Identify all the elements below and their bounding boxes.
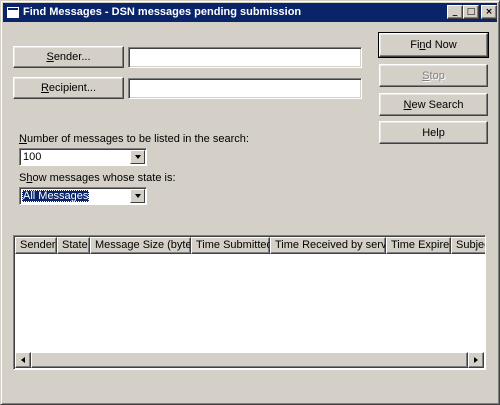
find-messages-dialog: Find Messages - DSN messages pending sub… [0, 0, 500, 405]
scroll-right-icon[interactable] [468, 352, 484, 368]
state-label-post: ow messages whose state is: [32, 172, 176, 184]
stop-label-post: top [429, 69, 445, 82]
minimize-button[interactable]: _ [447, 5, 463, 19]
new-search-button[interactable]: New Search [379, 93, 488, 116]
results-list[interactable]: Sender State Message Size (bytes) Time S… [13, 235, 486, 370]
message-state-value: All Messages [22, 190, 90, 202]
maximize-button[interactable]: □ [463, 5, 479, 19]
chevron-down-icon[interactable] [130, 150, 145, 164]
window-title: Find Messages - DSN messages pending sub… [23, 6, 302, 18]
sender-input[interactable] [128, 47, 362, 68]
recipient-button[interactable]: Recipient... [13, 77, 124, 99]
recipient-input[interactable] [128, 78, 362, 99]
window-icon [7, 7, 19, 18]
column-header-time-expires[interactable]: Time Expires [386, 237, 451, 254]
sender-label-key: S [46, 51, 54, 63]
stop-label-key: S [422, 69, 430, 82]
scroll-thumb[interactable] [31, 352, 468, 368]
message-count-select[interactable]: 100 [19, 148, 147, 166]
scroll-left-icon[interactable] [15, 352, 31, 368]
title-bar[interactable]: Find Messages - DSN messages pending sub… [3, 3, 497, 22]
find-now-button[interactable]: Fi n d Now [378, 32, 489, 58]
message-state-select[interactable]: All Messages [19, 187, 147, 205]
column-header-subject[interactable]: Subject [451, 237, 485, 254]
message-count-value: 100 [23, 151, 42, 163]
chevron-down-icon[interactable] [130, 189, 145, 203]
stop-button[interactable]: Stop [379, 64, 488, 87]
column-header-message-size[interactable]: Message Size (bytes) [90, 237, 191, 254]
horizontal-scrollbar[interactable] [15, 352, 484, 368]
column-header-time-submitted[interactable]: Time Submitted [191, 237, 270, 254]
find-now-label-post: d Now [425, 39, 457, 51]
sender-label-post: ender... [53, 51, 91, 63]
column-header-state[interactable]: State [57, 237, 90, 254]
sender-button[interactable]: Sender... [13, 46, 124, 68]
close-button[interactable]: × [481, 5, 497, 19]
count-label-key: N [19, 133, 27, 145]
recipient-label-key: R [40, 82, 49, 94]
help-button[interactable]: Help [379, 121, 488, 144]
count-label-post: umber of messages to be listed in the se… [26, 133, 249, 145]
find-now-label-pre: Fi [410, 39, 420, 51]
results-header: Sender State Message Size (bytes) Time S… [15, 237, 485, 254]
column-header-time-received[interactable]: Time Received by server [270, 237, 386, 254]
new-search-label-post: ew Search [411, 98, 464, 111]
new-search-label-key: N [403, 98, 412, 111]
column-header-sender[interactable]: Sender [15, 237, 57, 254]
recipient-label-post: ecipient... [48, 82, 97, 94]
message-count-label: Number of messages to be listed in the s… [19, 133, 249, 145]
message-state-label: Show messages whose state is: [19, 172, 176, 184]
